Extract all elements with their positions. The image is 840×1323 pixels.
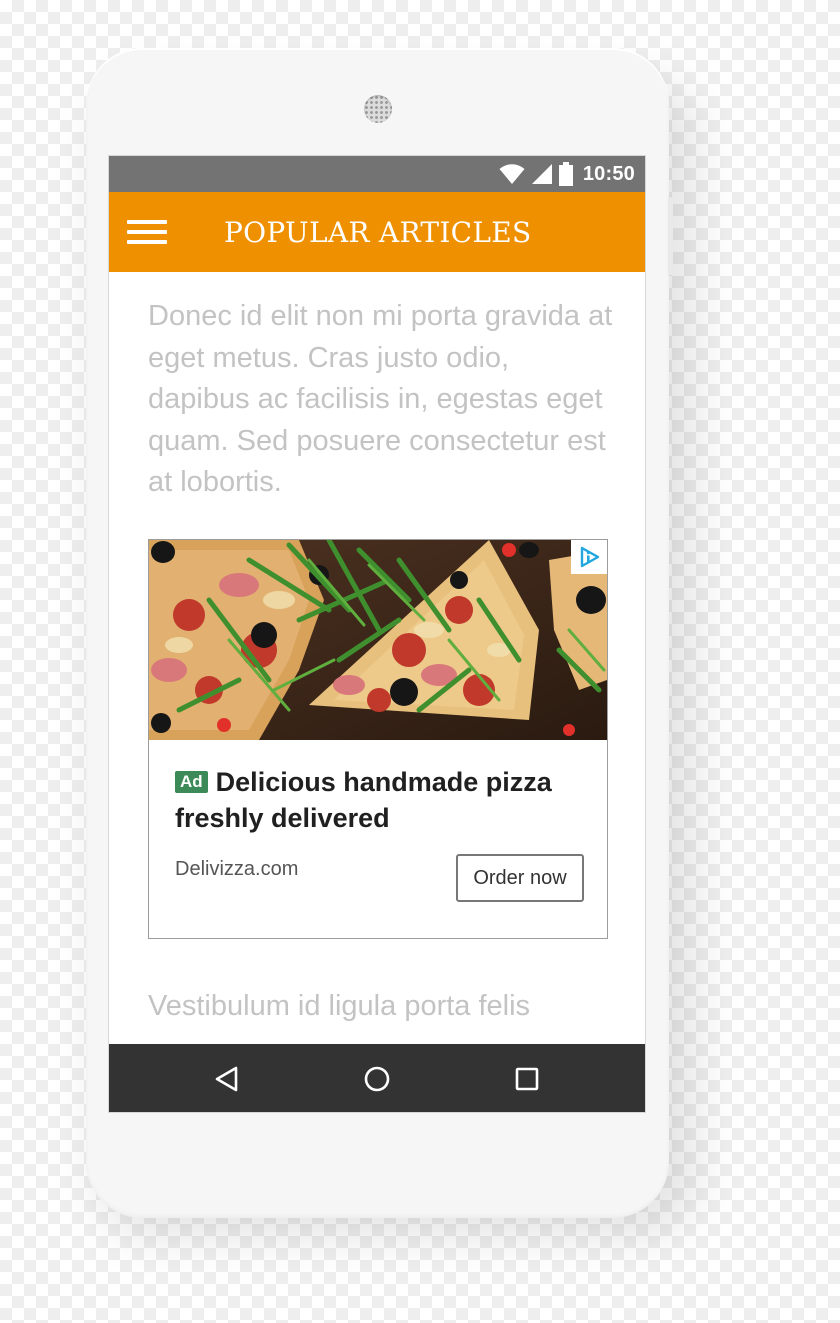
wifi-icon xyxy=(499,163,525,185)
article-paragraph: Donec id elit non mi porta gravida at eg… xyxy=(148,300,613,498)
power-button xyxy=(668,197,673,275)
speaker-grille xyxy=(364,95,392,123)
phone-screen: 10:50 POPULAR ARTICLES Donec id elit non… xyxy=(108,155,646,1113)
cell-signal-icon xyxy=(531,163,553,185)
ad-domain[interactable]: Delivizza.com xyxy=(175,858,298,881)
back-triangle-icon[interactable] xyxy=(209,1061,245,1097)
article-paragraph: Vestibulum id ligula porta felis xyxy=(148,990,531,1022)
pizza-image[interactable] xyxy=(149,540,607,740)
native-ad-card[interactable]: Ad Delicious handmade pizza freshly deliv… xyxy=(148,539,608,939)
battery-icon xyxy=(558,162,573,186)
article-content: Donec id elit non mi porta gravida at eg… xyxy=(109,272,645,1044)
app-bar-title: POPULAR ARTICLES xyxy=(224,215,532,249)
recents-square-icon[interactable] xyxy=(509,1061,545,1097)
ad-headline[interactable]: Ad Delicious handmade pizza freshly deliv… xyxy=(175,764,595,836)
home-circle-icon[interactable] xyxy=(359,1061,395,1097)
status-bar: 10:50 xyxy=(109,156,645,192)
status-time: 10:50 xyxy=(582,162,635,185)
app-bar: POPULAR ARTICLES xyxy=(109,192,645,272)
system-nav-bar xyxy=(109,1044,645,1112)
adchoices-icon[interactable] xyxy=(571,540,607,574)
hamburger-menu-icon[interactable] xyxy=(127,217,167,247)
ad-badge: Ad xyxy=(175,771,208,793)
ad-headline-text[interactable]: Delicious handmade pizza freshly deliver… xyxy=(175,767,552,833)
order-now-button[interactable]: Order now xyxy=(456,854,584,902)
ad-text-block: Ad Delicious handmade pizza freshly deliv… xyxy=(175,764,595,836)
